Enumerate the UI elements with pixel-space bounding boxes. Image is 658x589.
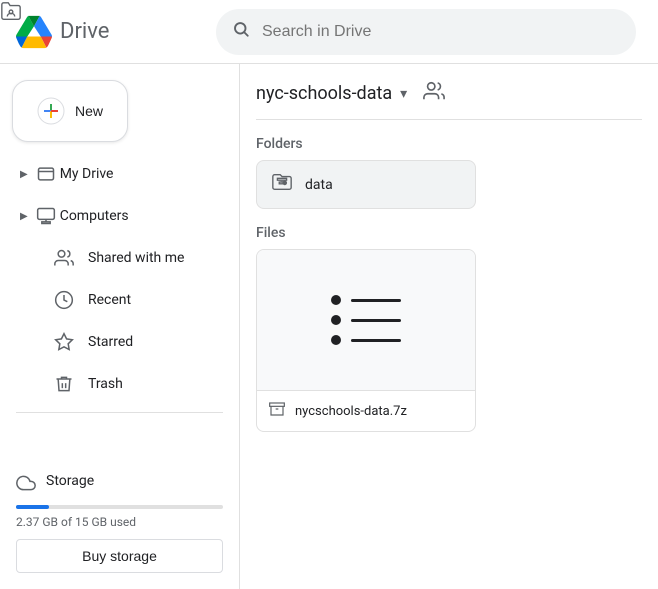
sidebar-item-recent[interactable]: Recent — [8, 280, 215, 320]
cloud-icon — [16, 473, 36, 497]
line — [351, 339, 401, 342]
sidebar-item-my-drive[interactable]: ▶ My Drive — [8, 154, 215, 194]
storage-bar — [16, 505, 223, 509]
expand-arrow-icon: ▶ — [20, 169, 28, 180]
sidebar-item-label: My Drive — [60, 166, 114, 182]
line — [351, 299, 401, 302]
file-list-icon — [331, 295, 401, 345]
sidebar-item-label: Starred — [88, 334, 133, 350]
shared-icon — [54, 248, 74, 268]
expand-arrow-computers-icon: ▶ — [20, 211, 28, 222]
starred-icon — [54, 332, 74, 352]
folder-item-data[interactable]: data — [256, 160, 476, 209]
sidebar-item-label: Recent — [88, 292, 131, 308]
content-header: nyc-schools-data ▾ — [256, 64, 642, 120]
buy-storage-button[interactable]: Buy storage — [16, 539, 223, 573]
new-button[interactable]: New — [12, 80, 128, 142]
sidebar-item-trash[interactable]: Trash — [8, 364, 215, 404]
sidebar-item-computers[interactable]: ▶ Computers — [8, 196, 215, 236]
dropdown-arrow-icon[interactable]: ▾ — [400, 86, 407, 102]
search-bar[interactable] — [216, 9, 636, 55]
sidebar: New ▶ My Drive ▶ Computers — [0, 64, 240, 589]
sidebar-item-label: Trash — [88, 376, 123, 392]
sidebar-item-label: Computers — [60, 208, 129, 224]
folder-shared-icon — [271, 171, 293, 198]
top-bar: Drive — [0, 0, 658, 64]
list-row-2 — [331, 315, 401, 325]
storage-label: Storage — [46, 473, 94, 489]
trash-icon — [54, 374, 74, 394]
list-row-3 — [331, 335, 401, 345]
search-icon — [232, 20, 250, 43]
app-title: Drive — [60, 19, 109, 44]
files-section-label: Files — [256, 209, 642, 249]
my-drive-icon — [36, 164, 56, 184]
sidebar-divider — [16, 412, 223, 413]
file-name: nycschools-data.7z — [295, 404, 407, 419]
file-preview — [257, 250, 475, 390]
sidebar-item-label: Shared with me — [88, 250, 184, 266]
line — [351, 319, 401, 322]
storage-used-text: 2.37 GB of 15 GB used — [16, 515, 223, 529]
breadcrumb: nyc-schools-data — [256, 83, 392, 104]
folders-section-label: Folders — [256, 120, 642, 160]
manage-people-icon[interactable] — [423, 80, 445, 107]
dot-icon — [331, 335, 341, 345]
list-row-1 — [331, 295, 401, 305]
computers-icon — [36, 206, 56, 226]
sidebar-item-starred[interactable]: Starred — [8, 322, 215, 362]
content-area: nyc-schools-data ▾ Folders data Files — [240, 64, 658, 589]
sidebar-nav: ▶ My Drive ▶ Computers Share — [0, 154, 239, 404]
folder-name: data — [305, 177, 333, 193]
dot-icon — [331, 295, 341, 305]
recent-icon — [54, 290, 74, 310]
sidebar-item-shared-with-me[interactable]: Shared with me — [8, 238, 215, 278]
main-layout: New ▶ My Drive ▶ Computers — [0, 64, 658, 589]
plus-icon — [37, 97, 65, 125]
storage-section: Storage 2.37 GB of 15 GB used Buy storag… — [0, 465, 239, 581]
archive-icon — [269, 401, 285, 421]
file-card-nycschools[interactable]: nycschools-data.7z — [256, 249, 476, 432]
search-input[interactable] — [262, 23, 620, 41]
dot-icon — [331, 315, 341, 325]
file-card-footer: nycschools-data.7z — [257, 390, 475, 431]
storage-bar-fill — [16, 505, 49, 509]
logo-area: Drive — [16, 14, 216, 50]
new-label: New — [75, 103, 103, 119]
